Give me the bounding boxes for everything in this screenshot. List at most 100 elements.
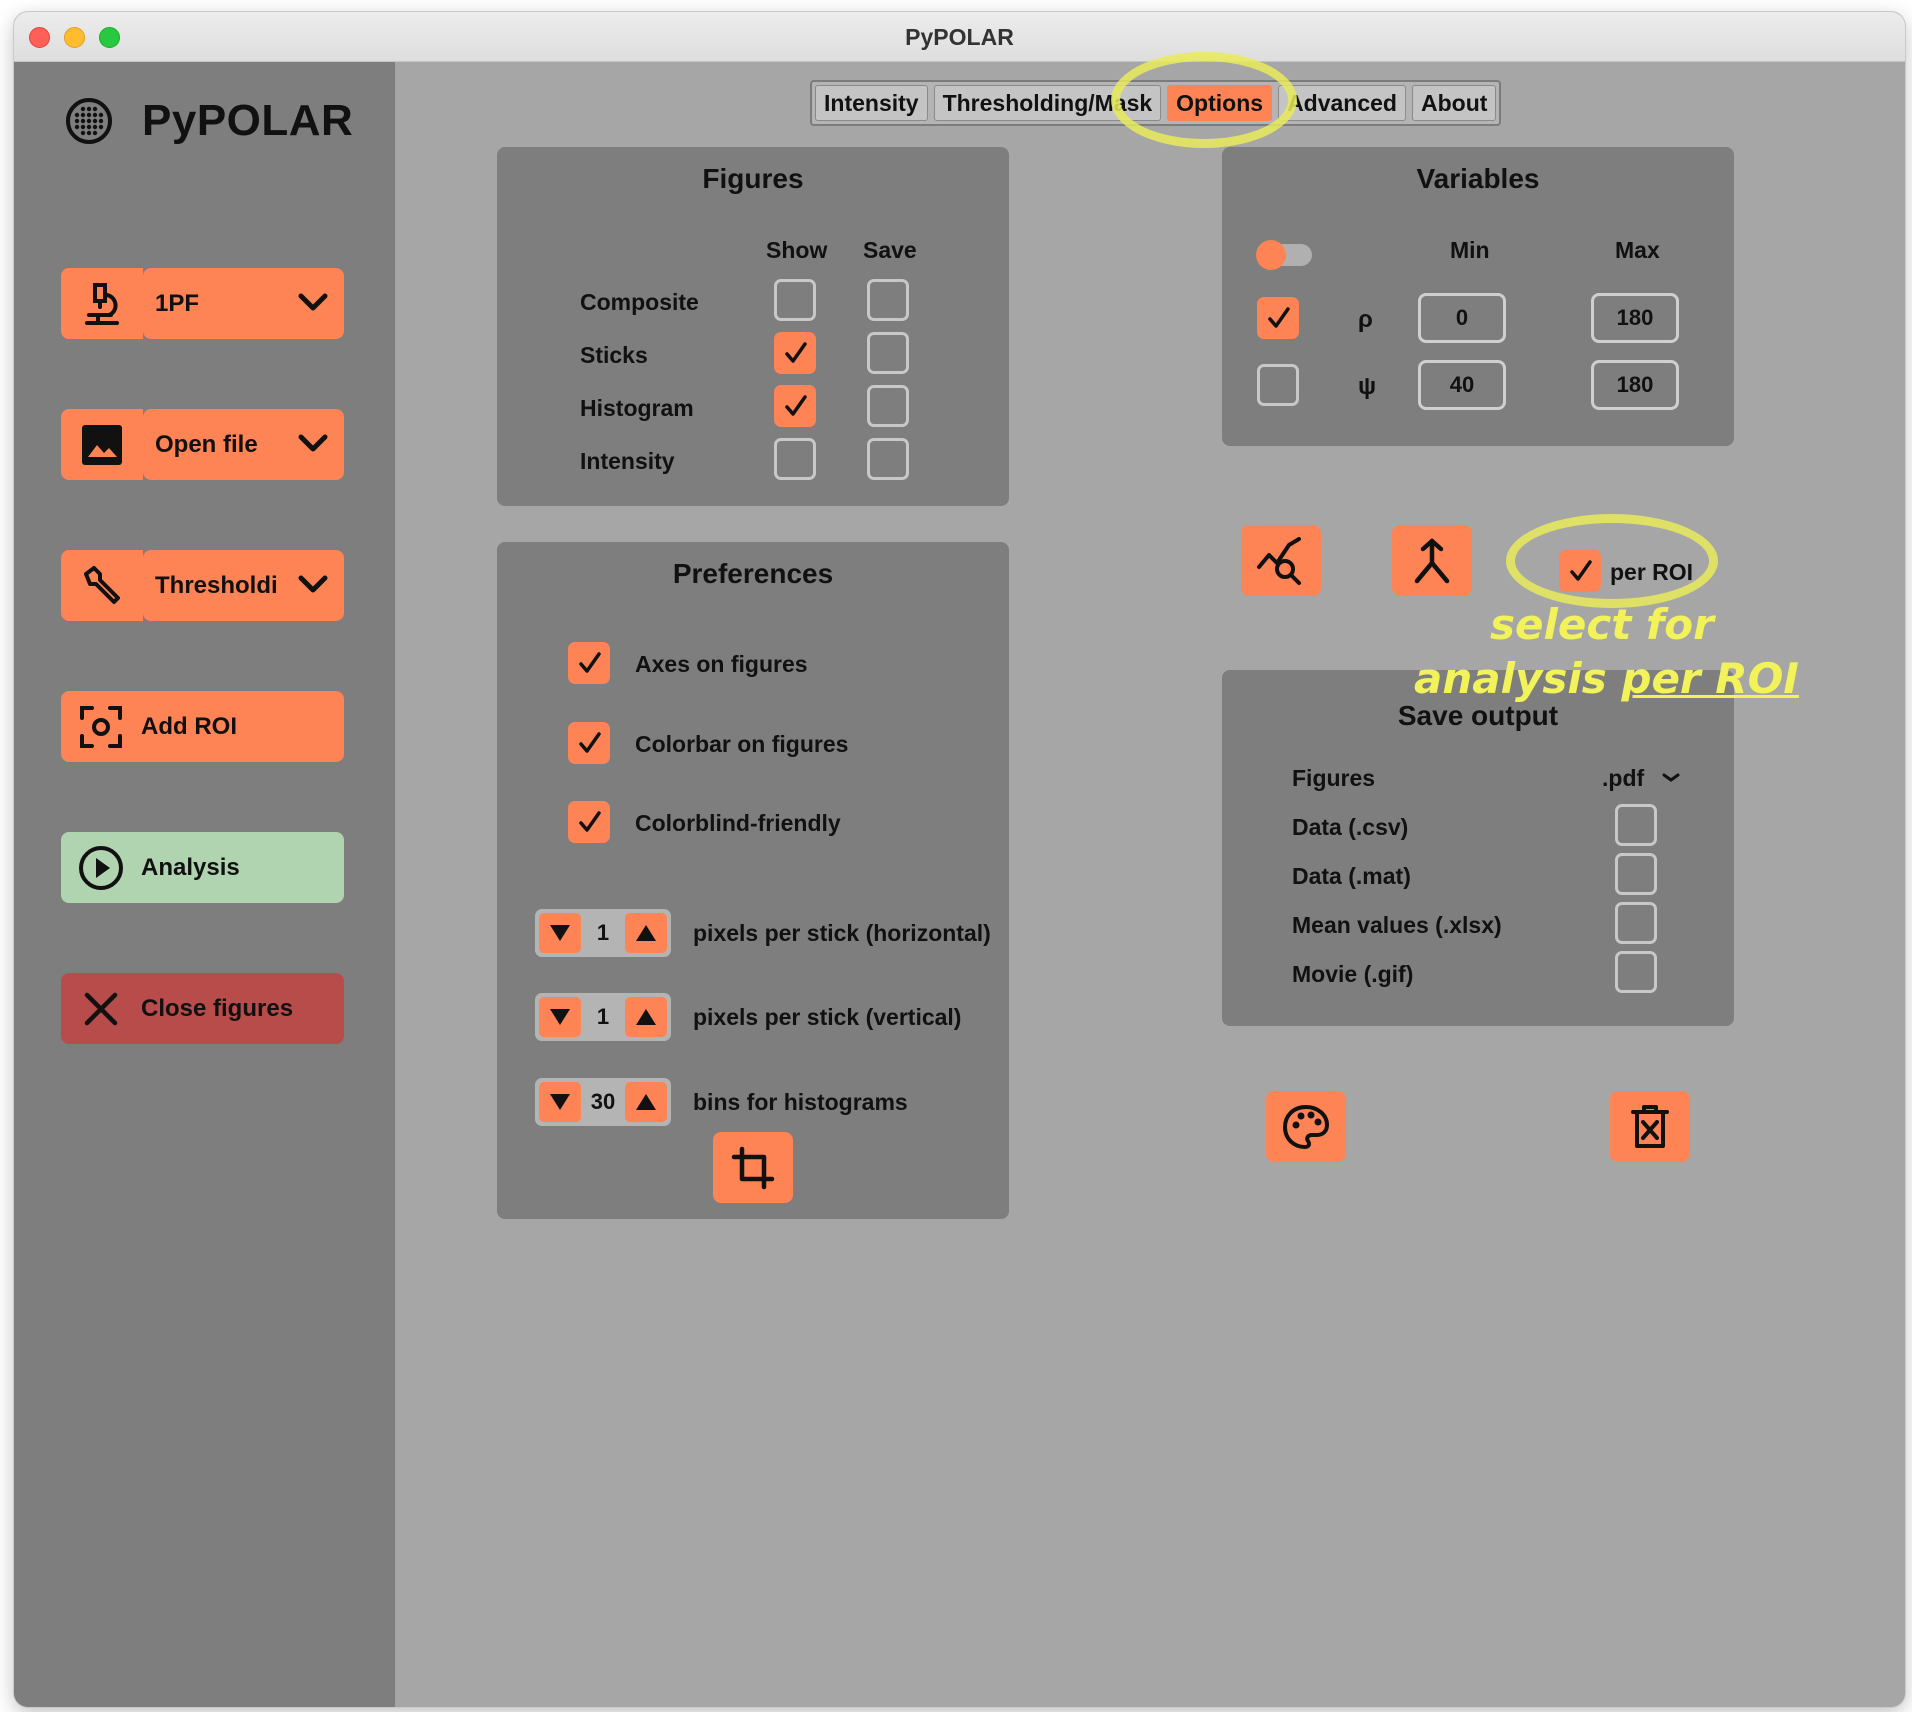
variables-max-header: Max: [1615, 237, 1660, 263]
figures-show-header: Show: [766, 237, 828, 263]
options-tab-highlight: [1111, 52, 1297, 148]
rho-min-input[interactable]: 0: [1418, 293, 1506, 343]
checkmark-icon: [579, 732, 601, 753]
tab-intensity[interactable]: Intensity: [815, 85, 928, 121]
spinner-value[interactable]: 1: [583, 909, 623, 957]
save-mean-values-xlsx-checkbox[interactable]: [1615, 902, 1657, 944]
composite-show-checkbox[interactable]: [774, 279, 816, 321]
colormap-button[interactable]: [1266, 1091, 1346, 1162]
chevron-down-icon: [298, 575, 328, 593]
play-circle-icon: [79, 845, 123, 890]
rho-checkbox[interactable]: [1257, 297, 1299, 339]
decrement-button[interactable]: [539, 997, 581, 1037]
save-figures-label: Figures: [1292, 765, 1376, 791]
analysis-button[interactable]: Analysis: [61, 832, 344, 903]
colorbar-on-figures-checkbox[interactable]: [568, 722, 610, 764]
checkmark-icon: [579, 811, 601, 832]
variables-panel: Variables Min Max ρ 0 180 ψ 40 180: [1222, 147, 1734, 446]
increment-button[interactable]: [625, 1082, 667, 1122]
per-roi-highlight: [1506, 514, 1718, 608]
open-file-button[interactable]: [61, 409, 143, 480]
mode-button[interactable]: [61, 268, 143, 339]
spinner-value[interactable]: 30: [583, 1078, 623, 1126]
app-window: PyPOLAR PyPOLAR 1PF Open file Thresholdi…: [14, 12, 1905, 1707]
crop-icon: [731, 1146, 775, 1189]
decrement-button[interactable]: [539, 1082, 581, 1122]
roi-focus-icon: [80, 705, 122, 748]
variables-toggle-switch[interactable]: [1256, 240, 1312, 270]
chevron-down-icon: [298, 434, 328, 452]
mode-selector[interactable]: 1PF: [61, 268, 344, 339]
analysis-explorer-button[interactable]: [1241, 525, 1321, 596]
triangle-up-icon: [636, 1094, 656, 1110]
axes-on-figures-label: Axes on figures: [635, 651, 808, 677]
delete-button[interactable]: [1610, 1091, 1690, 1162]
intensity-show-checkbox[interactable]: [774, 438, 816, 480]
annotation-line-2b: per ROI: [1621, 654, 1799, 703]
close-figures-button[interactable]: Close figures: [61, 973, 344, 1044]
app-logo-icon: [66, 98, 112, 144]
tab-about[interactable]: About: [1412, 85, 1497, 121]
palette-icon: [1283, 1104, 1329, 1149]
histogram-show-checkbox[interactable]: [774, 385, 816, 427]
rho-symbol: ρ: [1358, 306, 1373, 333]
merge-arrow-icon: [1414, 538, 1450, 583]
psi-min-input[interactable]: 40: [1418, 360, 1506, 410]
save-item-label: Movie (.gif): [1292, 961, 1414, 987]
psi-max-input[interactable]: 180: [1591, 360, 1679, 410]
sticks-save-checkbox[interactable]: [867, 332, 909, 374]
open-file-dropdown[interactable]: Open file: [143, 409, 344, 480]
save-item-label: Data (.mat): [1292, 863, 1411, 889]
rho-max-input[interactable]: 180: [1591, 293, 1679, 343]
trash-x-icon: [1631, 1104, 1669, 1148]
save-item-label: Mean values (.xlsx): [1292, 912, 1502, 938]
psi-checkbox[interactable]: [1257, 364, 1299, 406]
increment-button[interactable]: [625, 997, 667, 1037]
mode-dropdown[interactable]: 1PF: [143, 268, 344, 339]
chevron-down-icon: [298, 293, 328, 311]
thresholding-label: Thresholdi: [155, 571, 278, 599]
thresholding-dropdown[interactable]: Thresholdi: [143, 550, 344, 621]
chevron-down-icon: [1662, 773, 1680, 782]
triangle-down-icon: [550, 1094, 570, 1110]
analysis-label: Analysis: [141, 853, 240, 881]
figures-title: Figures: [702, 163, 804, 194]
figures-format-select[interactable]: .pdf: [1602, 765, 1644, 792]
save-item-label: Data (.csv): [1292, 814, 1409, 840]
wrench-icon: [84, 565, 120, 604]
intensity-save-checkbox[interactable]: [867, 438, 909, 480]
preferences-panel: Preferences Axes on figures Colorbar on …: [497, 542, 1009, 1219]
save-output-title: Save output: [1397, 700, 1559, 731]
app-name: PyPOLAR: [142, 96, 354, 145]
variables-min-header: Min: [1450, 237, 1490, 263]
thresholding-selector[interactable]: Thresholdi: [61, 550, 344, 621]
save-output-panel: Save output Figures .pdf Data (.csv) Dat…: [1222, 670, 1734, 1026]
increment-button[interactable]: [625, 913, 667, 953]
decrement-button[interactable]: [539, 913, 581, 953]
spinner-value[interactable]: 1: [583, 993, 623, 1041]
axes-on-figures-checkbox[interactable]: [568, 642, 610, 684]
figures-save-header: Save: [863, 237, 917, 263]
window-title: PyPOLAR: [905, 24, 1014, 50]
image-icon: [82, 424, 122, 465]
figures-panel: Figures Show Save Composite Sticks Histo…: [497, 147, 1009, 506]
open-file-selector[interactable]: Open file: [61, 409, 344, 480]
merge-button[interactable]: [1392, 525, 1472, 596]
tab-advanced[interactable]: Advanced: [1278, 85, 1406, 121]
add-roi-button[interactable]: Add ROI: [61, 691, 344, 762]
thresholding-button[interactable]: [61, 550, 143, 621]
close-figures-label: Close figures: [141, 994, 294, 1022]
pixels-per-stick-vertical-label: pixels per stick (vertical): [693, 1004, 962, 1030]
pixels-per-stick-horizontal-label: pixels per stick (horizontal): [693, 920, 991, 946]
histogram-save-checkbox[interactable]: [867, 385, 909, 427]
crop-button[interactable]: [713, 1132, 793, 1203]
annotation-line-1: select for: [1490, 600, 1714, 649]
composite-save-checkbox[interactable]: [867, 279, 909, 321]
sticks-show-checkbox[interactable]: [774, 332, 816, 374]
save-data-csv-checkbox[interactable]: [1615, 804, 1657, 846]
colorblind-friendly-checkbox[interactable]: [568, 801, 610, 843]
triangle-down-icon: [550, 1009, 570, 1025]
save-data-mat-checkbox[interactable]: [1615, 853, 1657, 895]
bins-for-histograms-spinner: 30: [535, 1078, 671, 1126]
save-movie-gif-checkbox[interactable]: [1615, 951, 1657, 993]
